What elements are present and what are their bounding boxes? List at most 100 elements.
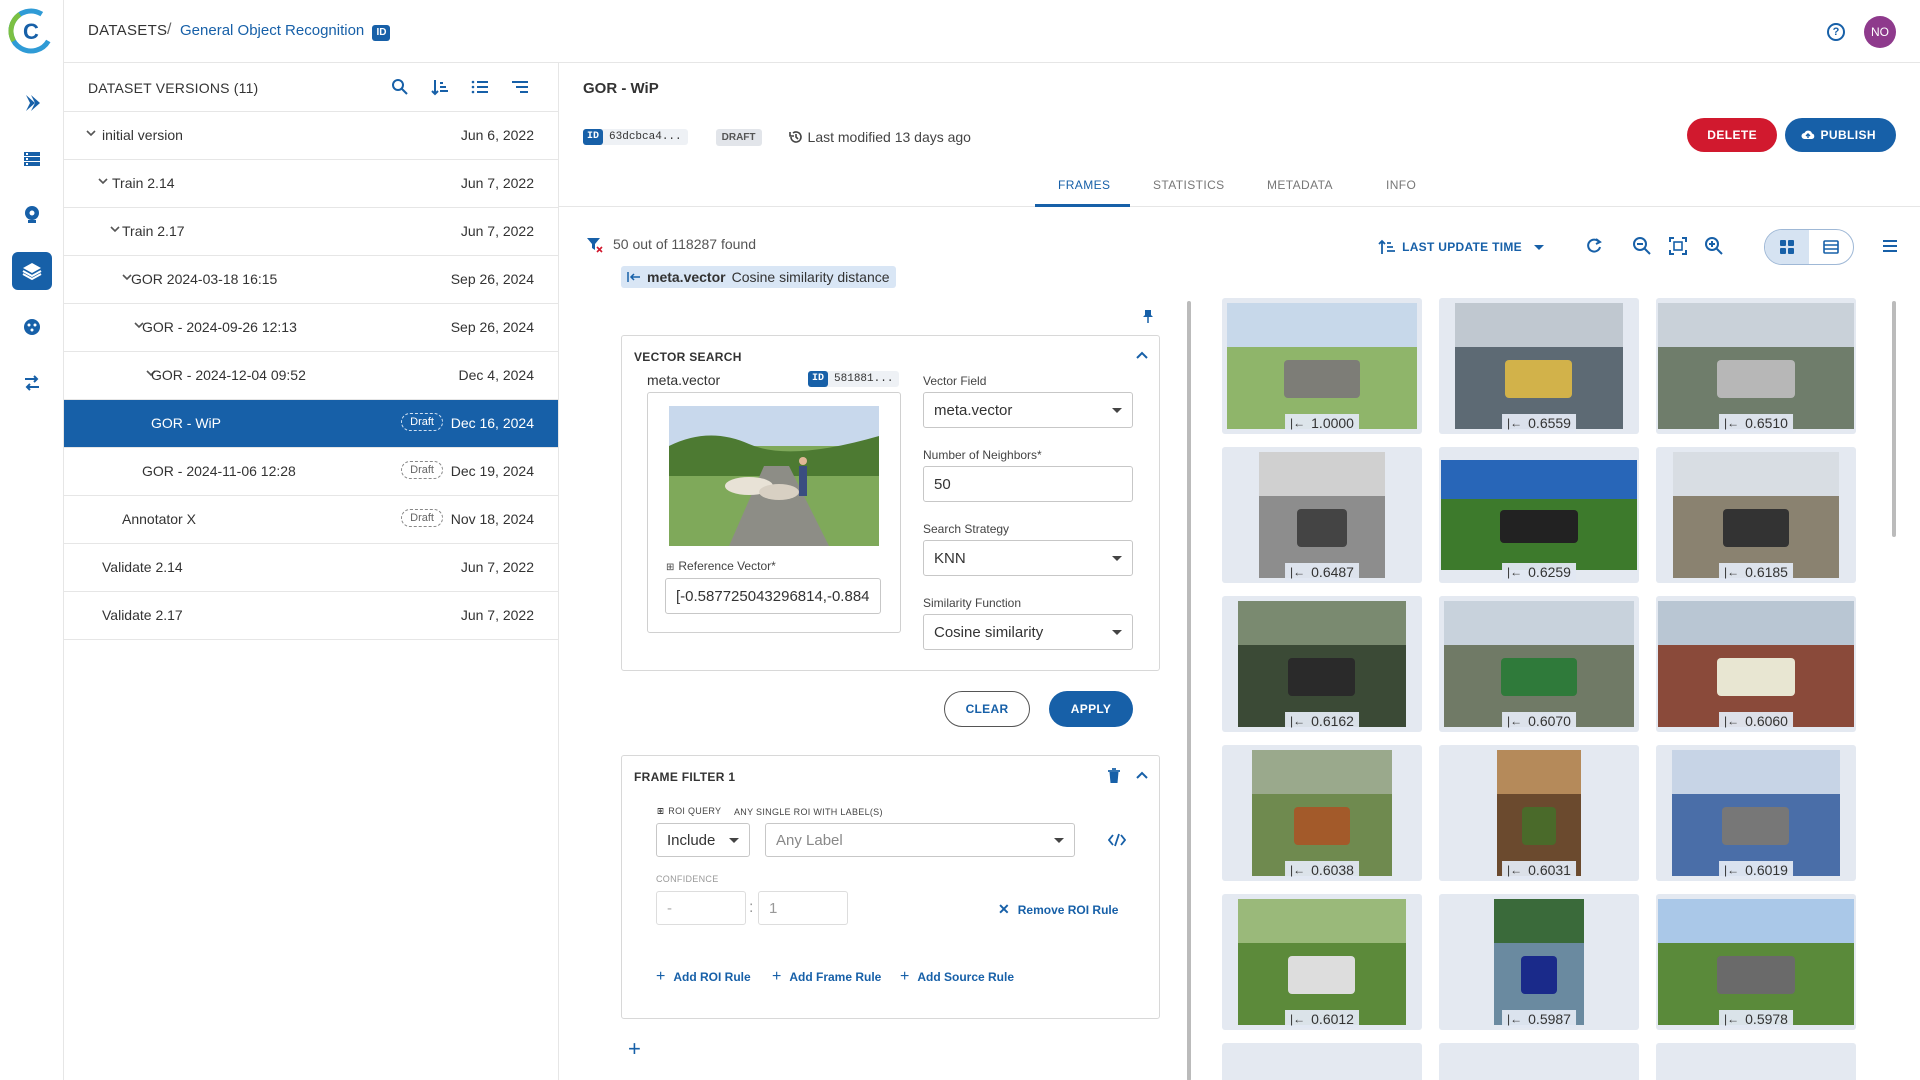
frame-tile[interactable] — [1656, 1043, 1856, 1080]
add-roi-rule-button[interactable]: + Add ROI Rule — [656, 968, 751, 986]
tab-frames[interactable]: FRAMES — [1058, 178, 1110, 192]
strategy-value: KNN — [934, 549, 966, 567]
include-select[interactable]: Include — [656, 823, 750, 857]
tab-info[interactable]: INFO — [1386, 178, 1416, 192]
frame-tile[interactable]: |← 0.5987 — [1439, 894, 1639, 1030]
bus-street-image — [1672, 750, 1840, 876]
nav-models-icon[interactable] — [12, 308, 52, 346]
nav-orchestration-icon[interactable] — [12, 196, 52, 234]
neighbors-input[interactable]: 50 — [923, 466, 1133, 502]
refresh-icon[interactable] — [1584, 236, 1604, 259]
chevron-down-icon[interactable] — [96, 174, 110, 188]
grid-view-icon[interactable] — [1765, 230, 1809, 264]
apply-button[interactable]: APPLY — [1049, 691, 1133, 727]
zoom-out-icon[interactable] — [1632, 236, 1652, 259]
collapse-up-icon[interactable] — [1135, 348, 1149, 367]
code-view-icon[interactable] — [1107, 832, 1127, 853]
breadcrumb-datasets[interactable]: DATASETS — [88, 22, 167, 39]
user-avatar[interactable]: NO — [1864, 16, 1896, 48]
strategy-select[interactable]: KNN — [923, 540, 1133, 576]
frame-tile[interactable]: |← 0.6487 — [1222, 447, 1422, 583]
roi-labels-label: ANY SINGLE ROI WITH LABEL(S) — [734, 807, 883, 817]
vector-field-select[interactable]: meta.vector — [923, 392, 1133, 428]
frame-tile[interactable] — [1222, 1043, 1422, 1080]
frames-scrollbar[interactable] — [1892, 301, 1896, 537]
frame-tile[interactable] — [1439, 1043, 1639, 1080]
tree-row[interactable]: GOR - 2024-09-26 12:13 Sep 26, 2024 — [64, 304, 558, 352]
tree-row[interactable]: GOR - WiP Draft Dec 16, 2024 — [64, 400, 558, 448]
filter-scrollbar[interactable] — [1187, 301, 1191, 1080]
confidence-max-input[interactable]: 1 — [758, 891, 848, 925]
chevron-down-icon[interactable] — [108, 222, 122, 236]
ref-frame-id-chip[interactable]: ID 581881... — [808, 371, 900, 387]
frame-tile[interactable]: |← 0.6019 — [1656, 745, 1856, 881]
tree-row[interactable]: Validate 2.17 Jun 7, 2022 — [64, 592, 558, 640]
view-mode-toggle — [1764, 229, 1854, 265]
frame-tile[interactable]: |← 0.6031 — [1439, 745, 1639, 881]
delete-filter-icon[interactable] — [1107, 768, 1121, 789]
frame-tile[interactable]: |← 0.6185 — [1656, 447, 1856, 583]
chevron-down-icon[interactable] — [84, 126, 98, 140]
search-icon[interactable] — [390, 77, 410, 97]
sort-icon[interactable] — [430, 77, 450, 97]
frame-tile[interactable]: |← 1.0000 — [1222, 298, 1422, 434]
breadcrumb-current-dataset[interactable]: General Object Recognition ID — [180, 22, 391, 41]
add-filter-plus-icon[interactable]: + — [628, 1036, 641, 1062]
version-name: Train 2.14 — [112, 175, 175, 191]
version-date: Jun 7, 2022 — [460, 223, 534, 239]
frame-tile[interactable]: |← 0.6012 — [1222, 894, 1422, 1030]
similarity-select[interactable]: Cosine similarity — [923, 614, 1133, 650]
confidence-min-input[interactable]: - — [656, 891, 746, 925]
reference-frame-box: ⊞ Reference Vector* [-0.587725043296814,-… — [647, 392, 901, 633]
pin-icon[interactable] — [1142, 309, 1154, 323]
nav-pipelines-icon[interactable] — [12, 84, 52, 122]
help-icon[interactable]: ? — [1827, 23, 1845, 41]
add-frame-rule-button[interactable]: + Add Frame Rule — [772, 968, 881, 986]
tab-metadata[interactable]: METADATA — [1267, 178, 1333, 192]
frame-tile[interactable]: |← 0.6510 — [1656, 298, 1856, 434]
frame-tile[interactable]: |← 0.5978 — [1656, 894, 1856, 1030]
frame-tile[interactable]: |← 0.6259 — [1439, 447, 1639, 583]
fit-screen-icon[interactable] — [1668, 236, 1688, 259]
clear-button[interactable]: CLEAR — [944, 691, 1030, 727]
tree-row[interactable]: GOR - 2024-11-06 12:28 Draft Dec 19, 2024 — [64, 448, 558, 496]
vector-score-icon: |← — [1724, 565, 1740, 579]
frame-tile[interactable]: |← 0.6070 — [1439, 596, 1639, 732]
active-query-chip[interactable]: meta.vector Cosine similarity distance — [621, 266, 896, 288]
reference-vector-input[interactable]: [-0.587725043296814,-0.884 — [665, 578, 881, 614]
dataset-id-badge[interactable]: ID — [372, 25, 391, 41]
tab-statistics[interactable]: STATISTICS — [1153, 178, 1225, 192]
app-logo-icon[interactable]: C — [8, 8, 54, 54]
remove-roi-rule-button[interactable]: ✕ Remove ROI Rule — [998, 901, 1118, 918]
delete-button[interactable]: DELETE — [1687, 118, 1777, 152]
frame-tile[interactable]: |← 0.6559 — [1439, 298, 1639, 434]
add-source-rule-button[interactable]: + Add Source Rule — [900, 968, 1014, 986]
frame-tile[interactable]: |← 0.6060 — [1656, 596, 1856, 732]
tree-row[interactable]: Annotator X Draft Nov 18, 2024 — [64, 496, 558, 544]
collapse-up-icon[interactable] — [1135, 768, 1149, 787]
tree-view-icon[interactable] — [510, 77, 530, 97]
version-id-chip[interactable]: ID 63dcbca4... — [583, 129, 688, 145]
menu-icon[interactable] — [1880, 236, 1900, 259]
tree-row[interactable]: GOR 2024-03-18 16:15 Sep 26, 2024 — [64, 256, 558, 304]
frame-tile[interactable]: |← 0.6038 — [1222, 745, 1422, 881]
tree-row[interactable]: GOR - 2024-12-04 09:52 Dec 4, 2024 — [64, 352, 558, 400]
publish-button[interactable]: PUBLISH — [1784, 118, 1896, 152]
tree-row[interactable]: Validate 2.14 Jun 7, 2022 — [64, 544, 558, 592]
tree-row[interactable]: initial version Jun 6, 2022 — [64, 112, 558, 160]
nav-workflows-icon[interactable] — [12, 364, 52, 402]
nav-datasets-icon[interactable] — [12, 140, 52, 178]
tree-row[interactable]: Train 2.14 Jun 7, 2022 — [64, 160, 558, 208]
zoom-in-icon[interactable] — [1704, 236, 1724, 259]
label-select[interactable]: Any Label — [765, 823, 1075, 857]
main-content: GOR - WiP ID 63dcbca4... DRAFT Last modif… — [559, 63, 1920, 1080]
query-field: meta.vector — [647, 269, 726, 285]
tree-row[interactable]: Train 2.17 Jun 7, 2022 — [64, 208, 558, 256]
clear-filter-icon[interactable] — [585, 235, 603, 253]
similarity-score: |← 0.6510 — [1719, 414, 1793, 432]
frame-tile[interactable]: |← 0.6162 — [1222, 596, 1422, 732]
table-view-icon[interactable] — [1809, 230, 1853, 264]
sort-selector[interactable]: LAST UPDATE TIME — [1378, 238, 1544, 256]
nav-hyper-datasets-icon[interactable] — [12, 252, 52, 290]
list-view-icon[interactable] — [470, 77, 490, 97]
